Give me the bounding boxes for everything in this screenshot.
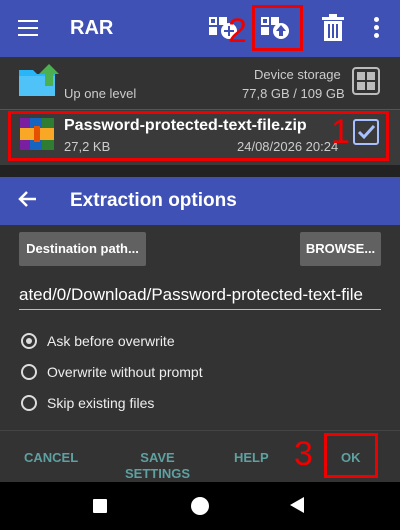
back-arrow-icon[interactable] — [18, 189, 38, 215]
save-settings-label-line2: SETTINGS — [124, 466, 190, 481]
folder-up-icon[interactable] — [19, 64, 59, 103]
radio-label: Overwrite without prompt — [47, 364, 203, 380]
destination-path-button[interactable]: Destination path... — [19, 232, 146, 266]
browse-button[interactable]: BROWSE... — [300, 232, 381, 266]
highlight-box-extract — [252, 5, 303, 51]
trash-icon[interactable] — [321, 14, 345, 47]
step-marker-3: 3 — [294, 435, 313, 473]
help-button[interactable]: HELP — [234, 450, 269, 465]
save-settings-label-line1: SAVE — [140, 450, 175, 465]
storage-label: Device storage — [254, 67, 341, 82]
more-vert-icon[interactable] — [374, 17, 380, 41]
radio-unselected-icon — [21, 364, 37, 380]
radio-selected-icon — [21, 333, 37, 349]
highlight-box-ok — [324, 433, 378, 478]
step-marker-2: 2 — [228, 12, 247, 50]
menu-icon[interactable] — [18, 20, 38, 36]
app-title: RAR — [70, 17, 114, 39]
home-icon[interactable] — [191, 497, 209, 515]
save-settings-button[interactable]: SAVE SETTINGS — [115, 450, 200, 482]
overlay-dim — [0, 165, 400, 177]
dialog-title: Extraction options — [70, 190, 237, 211]
nav-back-icon[interactable] — [290, 497, 304, 513]
grid-view-icon[interactable] — [352, 67, 380, 95]
step-marker-1: 1 — [331, 113, 350, 151]
radio-label: Skip existing files — [47, 395, 155, 411]
storage-size: 77,8 GB / 109 GB — [242, 86, 345, 101]
cancel-button[interactable]: CANCEL — [24, 450, 78, 465]
radio-label: Ask before overwrite — [47, 333, 175, 349]
recents-icon[interactable] — [93, 499, 107, 513]
destination-path-input[interactable]: ated/0/Download/Password-protected-text-… — [19, 285, 381, 310]
radio-unselected-icon — [21, 395, 37, 411]
up-one-level-label[interactable]: Up one level — [64, 86, 136, 101]
